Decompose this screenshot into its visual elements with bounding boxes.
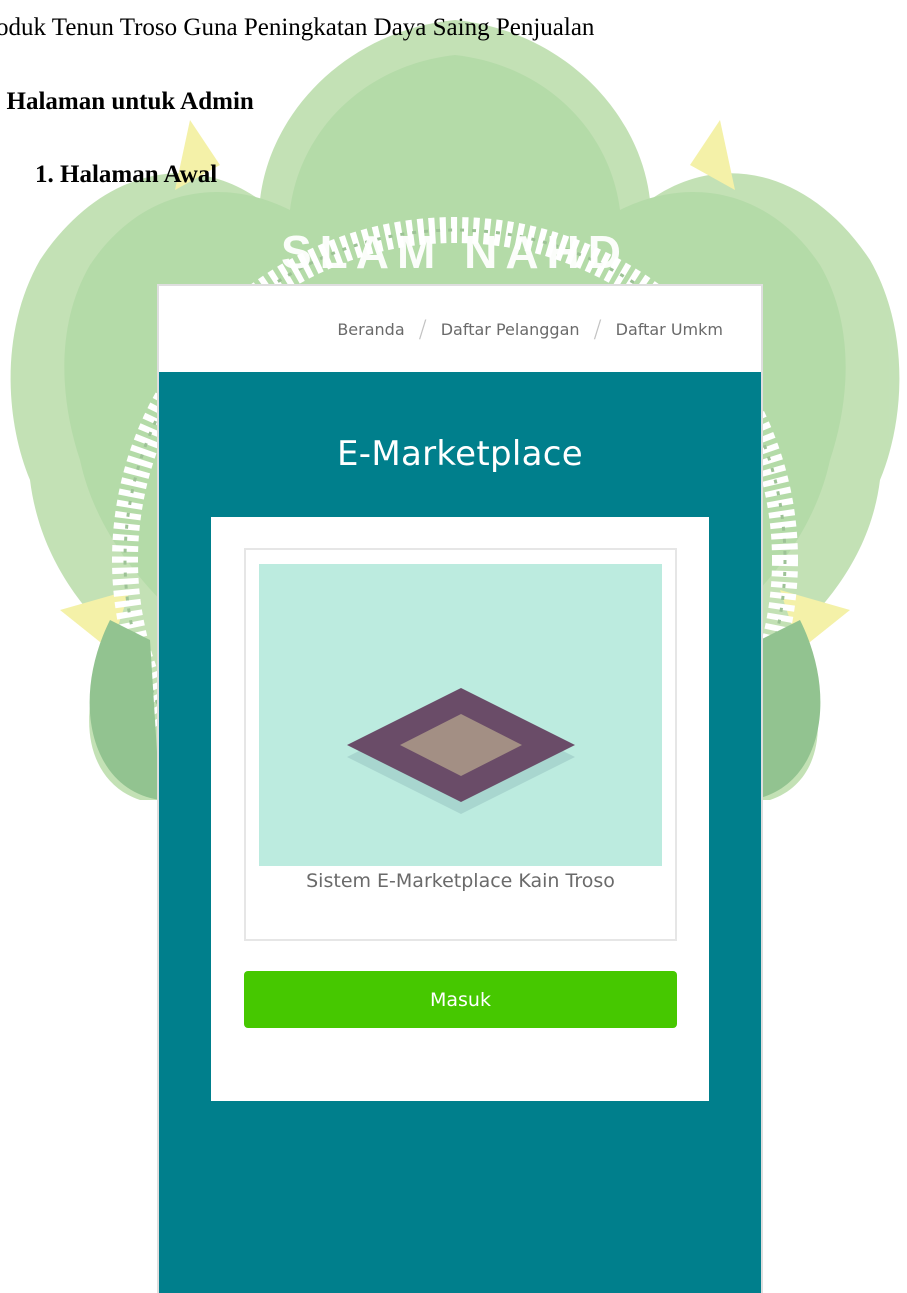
main-panel: Sistem E-Marketplace Kain Troso Masuk <box>211 517 709 1101</box>
card-image <box>259 564 662 866</box>
svg-text:SLAM NAHD: SLAM NAHD <box>281 226 629 278</box>
nav-item-daftar-pelanggan[interactable]: Daftar Pelanggan <box>441 320 580 339</box>
login-button[interactable]: Masuk <box>244 971 677 1028</box>
nav-item-daftar-umkm[interactable]: Daftar Umkm <box>616 320 723 339</box>
isometric-tile-icon <box>347 688 575 814</box>
nav-separator: / <box>418 315 427 343</box>
app-screenshot: Beranda / Daftar Pelanggan / Daftar Umkm… <box>157 284 763 1293</box>
top-nav: Beranda / Daftar Pelanggan / Daftar Umkm <box>159 286 761 372</box>
product-card[interactable]: Sistem E-Marketplace Kain Troso <box>244 548 677 941</box>
card-caption: Sistem E-Marketplace Kain Troso <box>306 870 615 892</box>
page-title: E-Marketplace <box>336 434 583 474</box>
running-head: oduk Tenun Troso Guna Peningkatan Daya S… <box>0 14 595 41</box>
nav-separator: / <box>593 315 602 343</box>
subsection-heading: 1. Halaman Awal <box>35 161 218 188</box>
hero-section: E-Marketplace Sistem E-Marketplace Kain … <box>159 372 761 1293</box>
section-heading: . Halaman untuk Admin <box>0 88 254 115</box>
nav-item-beranda[interactable]: Beranda <box>337 320 404 339</box>
